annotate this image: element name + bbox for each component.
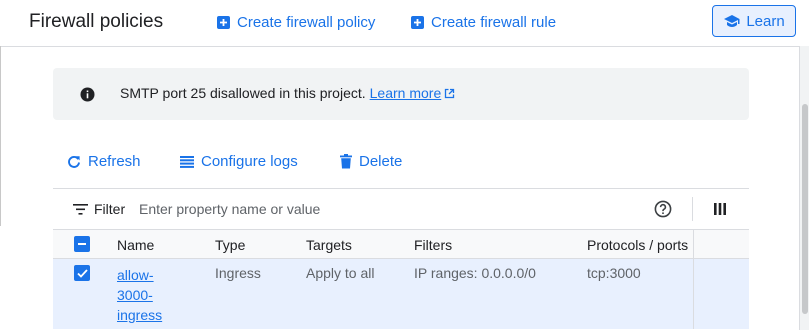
create-firewall-rule-button[interactable]: Create firewall rule: [411, 14, 556, 31]
help-icon[interactable]: [654, 200, 672, 218]
delete-button[interactable]: Delete: [340, 153, 402, 170]
rule-protocols-ports: tcp:3000: [587, 265, 641, 281]
configure-logs-label: Configure logs: [201, 153, 298, 170]
page-title: Firewall policies: [29, 11, 164, 32]
column-header-type[interactable]: Type: [215, 237, 245, 253]
select-all-checkbox[interactable]: [74, 236, 90, 252]
refresh-label: Refresh: [88, 153, 141, 170]
info-icon: [80, 87, 95, 102]
row-checkbox[interactable]: [74, 265, 90, 281]
open-in-new-icon: [445, 88, 455, 99]
table-header: Name Type Targets Filters Protocols / po…: [53, 229, 749, 259]
filter-bar: Filter: [53, 189, 749, 229]
rule-type: Ingress: [215, 265, 261, 281]
column-header-filters[interactable]: Filters: [414, 237, 452, 253]
refresh-button[interactable]: Refresh: [67, 153, 141, 170]
add-icon: [411, 16, 424, 29]
notice-text: SMTP port 25 disallowed in this project.…: [120, 85, 455, 101]
filter-icon: [73, 204, 88, 215]
column-display-icon[interactable]: [714, 203, 726, 215]
learn-button[interactable]: Learn: [712, 5, 796, 37]
list-icon: [180, 155, 194, 168]
table-row: allow-3000-ingress Ingress Apply to all …: [53, 259, 749, 329]
column-header-targets[interactable]: Targets: [306, 237, 352, 253]
rule-name-link[interactable]: allow-3000-ingress: [117, 265, 167, 325]
smtp-notice-banner: SMTP port 25 disallowed in this project.…: [53, 68, 749, 120]
delete-icon: [340, 154, 352, 169]
filter-label: Filter: [94, 201, 126, 217]
column-header-name[interactable]: Name: [117, 237, 154, 253]
school-icon: [724, 15, 740, 27]
vertical-scrollbar[interactable]: [799, 46, 809, 330]
notice-message: SMTP port 25 disallowed in this project.: [120, 85, 366, 101]
configure-logs-button[interactable]: Configure logs: [180, 153, 298, 170]
learn-more-label: Learn more: [369, 85, 442, 101]
create-firewall-policy-label: Create firewall policy: [237, 14, 376, 31]
column-divider: [693, 229, 694, 329]
learn-label: Learn: [746, 12, 785, 30]
rule-filters: IP ranges: 0.0.0.0/0: [414, 265, 536, 281]
create-firewall-rule-label: Create firewall rule: [431, 14, 557, 31]
top-bar: Firewall policies Create firewall policy…: [0, 0, 809, 47]
panel-edge: [0, 46, 1, 226]
check-icon: [76, 268, 88, 278]
column-header-protocols-ports[interactable]: Protocols / ports: [587, 237, 688, 253]
filter-input[interactable]: [139, 199, 619, 219]
delete-label: Delete: [359, 153, 403, 170]
create-firewall-policy-button[interactable]: Create firewall policy: [217, 14, 375, 31]
indeterminate-icon: [78, 243, 86, 245]
add-icon: [217, 16, 230, 29]
learn-more-link[interactable]: Learn more: [370, 85, 456, 101]
rule-targets: Apply to all: [306, 265, 375, 281]
refresh-icon: [68, 155, 80, 168]
scrollbar-thumb[interactable]: [802, 104, 808, 314]
filter-divider: [692, 197, 693, 221]
